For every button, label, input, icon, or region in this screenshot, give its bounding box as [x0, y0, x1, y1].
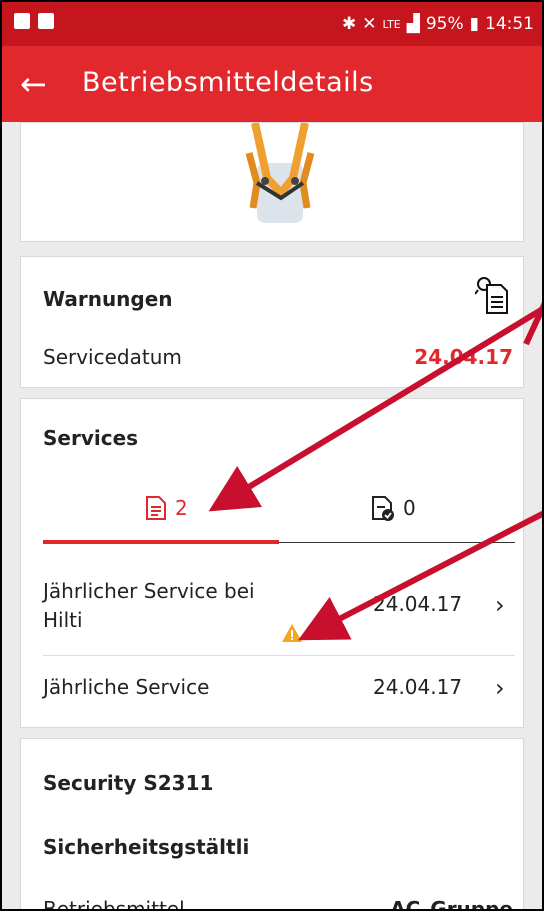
betriebsmittel-value: AC_Gruppe — [390, 897, 513, 911]
chevron-right-icon[interactable]: › — [495, 674, 505, 702]
chevron-right-icon[interactable]: › — [495, 591, 505, 619]
harness-image — [245, 123, 315, 223]
warning-icon — [282, 624, 302, 642]
service-row-label[interactable]: Jährlicher Service bei Hilti — [43, 577, 283, 635]
service-date-value: 24.04.17 — [414, 345, 513, 369]
phone-screen: ✱ ✕ LTE ▟ 95% ▮ 14:51 ← Betriebsmittelde… — [0, 0, 544, 911]
app-bar: ← Betriebsmitteldetails — [2, 46, 542, 122]
tab-active-indicator — [43, 540, 279, 544]
equipment-image-card — [20, 122, 524, 242]
services-card: Services 2 0 Jährlicher Service bei Hilt… — [20, 398, 524, 728]
service-row-label[interactable]: Jährliche Service — [43, 675, 209, 699]
clock: 14:51 — [485, 14, 534, 34]
document-search-icon[interactable] — [475, 275, 509, 315]
equipment-title: Security S2311 — [43, 771, 214, 795]
services-title: Services — [43, 426, 139, 450]
signal-icon: ▟ — [406, 14, 420, 34]
mute-icon: ✕ — [362, 14, 377, 34]
page-title: Betriebsmitteldetails — [82, 67, 374, 98]
document-check-icon — [372, 496, 394, 521]
tab-completed-count: 0 — [403, 496, 416, 520]
battery-icon: ▮ — [469, 14, 479, 34]
bluetooth-icon: ✱ — [341, 14, 357, 34]
tab-open-count: 2 — [175, 496, 188, 520]
network-label: LTE — [382, 17, 401, 31]
betriebsmittel-label: Betriebsmittel — [43, 897, 185, 911]
warnings-card: Warnungen Servicedatum 24.04.17 — [20, 256, 524, 388]
service-row-date: 24.04.17 — [373, 592, 463, 616]
annotation-arrow — [523, 302, 542, 346]
security-card: Security S2311 Sicherheitsgstältli Betri… — [20, 738, 524, 911]
status-bar: ✱ ✕ LTE ▟ 95% ▮ 14:51 — [2, 2, 542, 46]
tab-completed-services[interactable]: 0 — [371, 495, 416, 521]
warnings-title: Warnungen — [43, 287, 173, 311]
row-divider — [43, 655, 515, 656]
service-row-date: 24.04.17 — [373, 675, 463, 699]
message-icon — [14, 13, 30, 29]
back-arrow-icon[interactable]: ← — [20, 64, 47, 104]
tab-open-services[interactable]: 2 — [145, 495, 188, 521]
service-date-label: Servicedatum — [43, 345, 182, 369]
gallery-icon — [38, 13, 54, 29]
document-icon — [146, 496, 166, 520]
equipment-subtitle: Sicherheitsgstältli — [43, 835, 250, 859]
battery-percent: 95% — [425, 14, 464, 34]
